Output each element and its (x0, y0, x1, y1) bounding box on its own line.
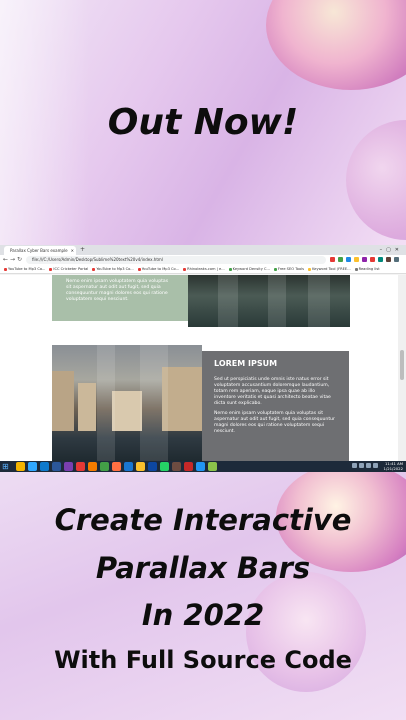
windows-taskbar: ⊞ 11:41 AM 1/21/2022 (0, 461, 406, 472)
forward-icon[interactable]: → (10, 255, 15, 265)
close-icon[interactable]: ✕ (71, 246, 74, 255)
heading-line-2: Parallax Bars (95, 551, 311, 585)
parallax-bar (140, 345, 168, 461)
bookmark-item[interactable]: Free SEO Tools (273, 267, 304, 271)
bookmark-item[interactable]: YouTube to Mp3 Co... (137, 267, 179, 271)
windows-start-icon[interactable]: ⊞ (2, 462, 11, 471)
bookmark-item[interactable]: Rhinoleaks.com | e... (183, 267, 225, 271)
scrollbar[interactable] (398, 275, 406, 461)
toolbar: ← → ↻ file:///C:/Users/Admin/Desktop/Sub… (0, 255, 406, 265)
bookmark-item[interactable]: ICC Cricketer Portal (49, 267, 88, 271)
bookmark-item[interactable]: Keyword Tool (FREE... (308, 267, 351, 271)
card-1-image (188, 275, 350, 327)
card-2-image (52, 345, 202, 461)
web-page: Nemo enim ipsam voluptatem quia voluptas… (0, 275, 398, 461)
bookmark-item[interactable]: YouTube to Mp3 Co... (92, 267, 134, 271)
new-tab-icon[interactable]: + (80, 246, 85, 254)
parallax-bar (268, 275, 286, 327)
card-paragraph: Sed ut perspiciatis unde omnis iste natu… (214, 377, 331, 406)
parallax-bar (218, 275, 238, 327)
card-title: LOREM IPSUM (214, 359, 278, 368)
address-bar[interactable]: file:///C:/Users/Admin/Desktop/Sublime%2… (26, 256, 326, 264)
heading-line-4: With Full Source Code (54, 646, 352, 674)
bookmark-item[interactable]: Keyword Density C... (228, 267, 270, 271)
card-2-text: LOREM IPSUM Sed ut perspiciatis unde omn… (202, 351, 349, 461)
bookmark-item[interactable]: YouTube to Mp3 Co... (4, 267, 45, 271)
back-icon[interactable]: ← (3, 255, 8, 265)
decorative-shape (246, 572, 366, 692)
tab-strip: Parallax Cyber Bars example ✕ + –▢✕ (0, 245, 406, 255)
system-tray[interactable] (352, 463, 378, 468)
browser-screenshot: Parallax Cyber Bars example ✕ + –▢✕ ← → … (0, 245, 406, 472)
extension-icons[interactable] (330, 257, 399, 263)
reading-list[interactable]: Reading list (354, 267, 380, 271)
heading-line-3: In 2022 (141, 598, 265, 632)
heading-top: Out Now! (107, 102, 299, 143)
decorative-shape (266, 0, 406, 90)
parallax-bar (97, 345, 115, 461)
bookmarks-bar: YouTube to Mp3 Co... ICC Cricketer Porta… (0, 265, 406, 274)
browser-tab[interactable]: Parallax Cyber Bars example ✕ (4, 246, 76, 255)
reload-icon[interactable]: ↻ (17, 255, 22, 265)
card-paragraph: Nemo enim ipsam voluptatem quia voluptas… (214, 411, 335, 434)
parallax-bar (308, 275, 330, 327)
taskbar-clock[interactable]: 11:41 AM 1/21/2022 (384, 461, 403, 471)
card-1-text: Nemo enim ipsam voluptatem quia voluptas… (52, 275, 188, 321)
heading-line-1: Create Interactive (54, 503, 352, 537)
scroll-thumb[interactable] (400, 350, 404, 380)
window-controls[interactable]: –▢✕ (380, 245, 403, 255)
tab-title: Parallax Cyber Bars example (10, 248, 68, 253)
taskbar-apps[interactable] (16, 462, 217, 471)
